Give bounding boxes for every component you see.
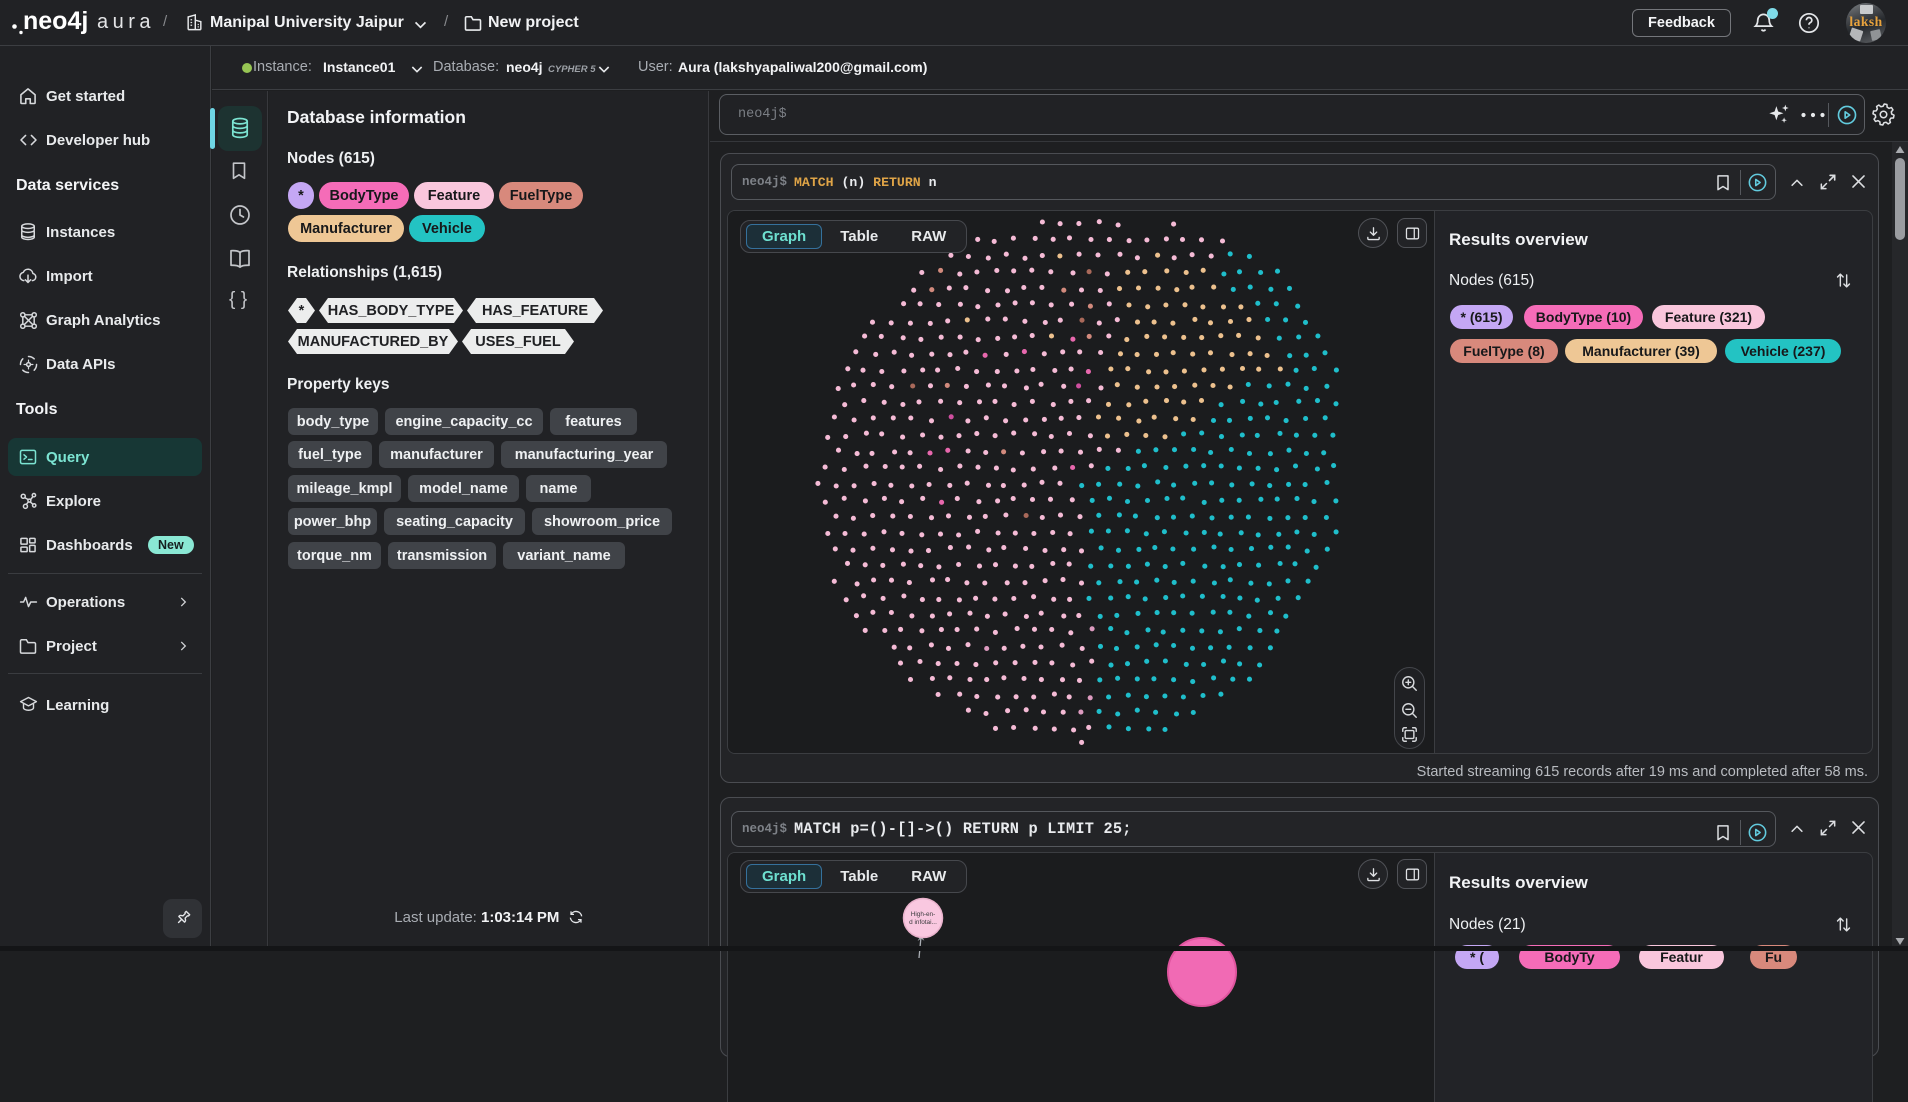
svg-text:d infotai...: d infotai... [909, 919, 937, 926]
svg-text:High-en-: High-en- [911, 911, 936, 918]
